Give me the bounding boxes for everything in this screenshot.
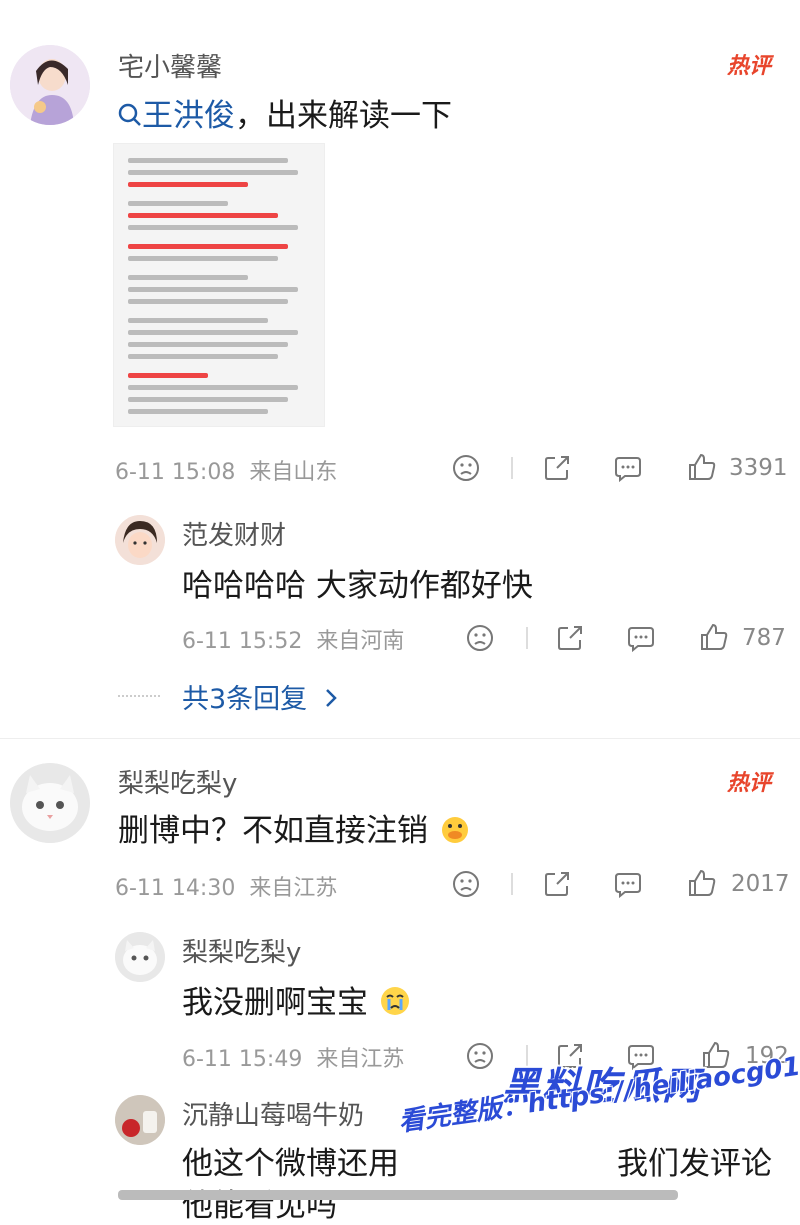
section-divider (0, 738, 800, 739)
comment-text: 删博中？不如直接注销 (118, 805, 472, 854)
dislike-icon[interactable] (449, 451, 483, 485)
like-count: 2017 (731, 871, 790, 897)
search-icon (118, 100, 142, 136)
like-count: 3391 (729, 455, 788, 481)
divider (526, 627, 528, 649)
dislike-icon[interactable] (463, 621, 497, 655)
comment-time: 6-11 15:08 来自山东 (115, 460, 338, 485)
reply-time: 6-11 15:49 来自江苏 (182, 1047, 405, 1072)
share-icon[interactable] (540, 451, 574, 485)
username[interactable]: 梨梨吃梨y (118, 763, 237, 800)
username[interactable]: 沉静山莓喝牛奶 (182, 1095, 364, 1132)
crying-emoji-icon (378, 984, 412, 1026)
more-replies-link[interactable]: 共3条回复 (182, 677, 338, 716)
share-icon[interactable] (553, 621, 587, 655)
hot-comment-badge: 热评 (727, 54, 772, 79)
reply-text-next: 他能看见吗 (182, 1188, 337, 1224)
username[interactable]: 梨梨吃梨y (182, 932, 301, 969)
share-icon[interactable] (540, 867, 574, 901)
avatar[interactable] (115, 932, 165, 982)
reply-text: 他这个微博还用 (182, 1146, 399, 1182)
reply-text: 我没删啊宝宝 (182, 977, 412, 1026)
comment-text: 王洪俊，出来解读一下 (118, 90, 452, 136)
thumbs-up-icon[interactable] (696, 619, 732, 655)
replies-dotted-line (118, 695, 160, 697)
avatar[interactable] (115, 1095, 165, 1145)
comment-image[interactable] (113, 143, 325, 427)
reply-time: 6-11 15:52 来自河南 (182, 629, 405, 654)
like-count: 787 (742, 625, 786, 651)
comment-text-suffix: ，出来解读一下 (235, 98, 452, 134)
dislike-icon[interactable] (463, 1039, 497, 1073)
thumbs-up-icon[interactable] (684, 449, 720, 485)
bottom-scroll-bar[interactable] (118, 1190, 678, 1200)
mention-link[interactable]: 王洪俊 (142, 98, 235, 134)
avatar[interactable] (10, 45, 90, 125)
avatar[interactable] (10, 763, 90, 843)
comment-location: 来自江苏 (249, 876, 338, 901)
reply-text-tail: 我们发评论 (617, 1146, 772, 1182)
username[interactable]: 范发财财 (182, 515, 286, 552)
watermark-url: 看完整版：https://heiliaocg01.com (396, 1041, 800, 1138)
comment-icon[interactable] (624, 621, 658, 655)
reply-text: 哈哈哈哈 大家动作都好快 (182, 568, 533, 604)
dislike-icon[interactable] (449, 867, 483, 901)
duck-emoji-icon (438, 812, 472, 854)
avatar[interactable] (115, 515, 165, 565)
comment-icon[interactable] (611, 451, 645, 485)
divider (511, 873, 513, 895)
divider (511, 457, 513, 479)
comment-location: 来自山东 (249, 460, 338, 485)
hot-comment-badge: 热评 (727, 771, 772, 796)
thumbs-up-icon[interactable] (684, 865, 720, 901)
username[interactable]: 宅小馨馨 (118, 47, 222, 84)
reply-location: 来自河南 (316, 629, 405, 654)
comment-time: 6-11 14:30 来自江苏 (115, 876, 338, 901)
chevron-right-icon (324, 685, 338, 716)
reply-location: 来自江苏 (316, 1047, 405, 1072)
comment-icon[interactable] (611, 867, 645, 901)
